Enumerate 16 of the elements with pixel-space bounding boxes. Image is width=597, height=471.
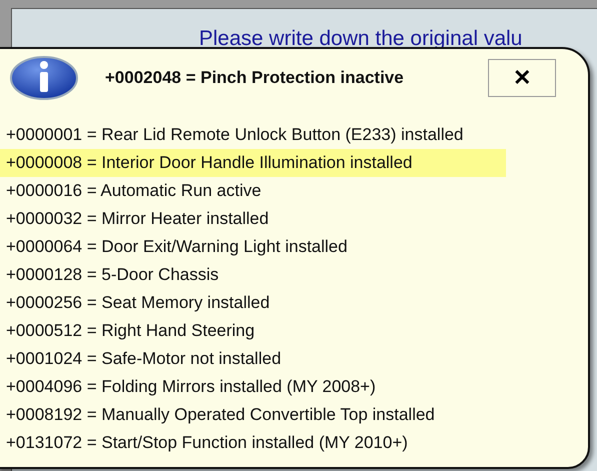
- info-icon: [9, 55, 79, 101]
- list-item: +0000008 = Interior Door Handle Illumination installed: [0, 149, 506, 177]
- balloon-title: +0002048 = Pinch Protection inactive: [105, 68, 404, 88]
- list-item: +0001024 = Safe-Motor not installed: [5, 348, 282, 370]
- list-item: +0004096 = Folding Mirrors installed (MY 2008+): [5, 376, 377, 398]
- list-item: +0000016 = Automatic Run active: [5, 180, 262, 202]
- list-item: +0000256 = Seat Memory installed: [5, 292, 271, 314]
- close-button[interactable]: ✕: [488, 59, 556, 97]
- list-item: +0000032 = Mirror Heater installed: [5, 208, 270, 230]
- list-item: +0131072 = Start/Stop Function installed (MY 2010+): [5, 432, 409, 454]
- list-item: +0000064 = Door Exit/Warning Light installed: [5, 236, 348, 258]
- instruction-text: Please write down the original valu: [199, 27, 522, 51]
- list-item: +0000512 = Right Hand Steering: [5, 320, 256, 342]
- list-item: +0000128 = 5-Door Chassis: [5, 264, 220, 286]
- list-item: +0008192 = Manually Operated Convertible Top installed: [5, 404, 436, 426]
- list-item: +0000001 = Rear Lid Remote Unlock Button (E233) installed: [5, 124, 464, 146]
